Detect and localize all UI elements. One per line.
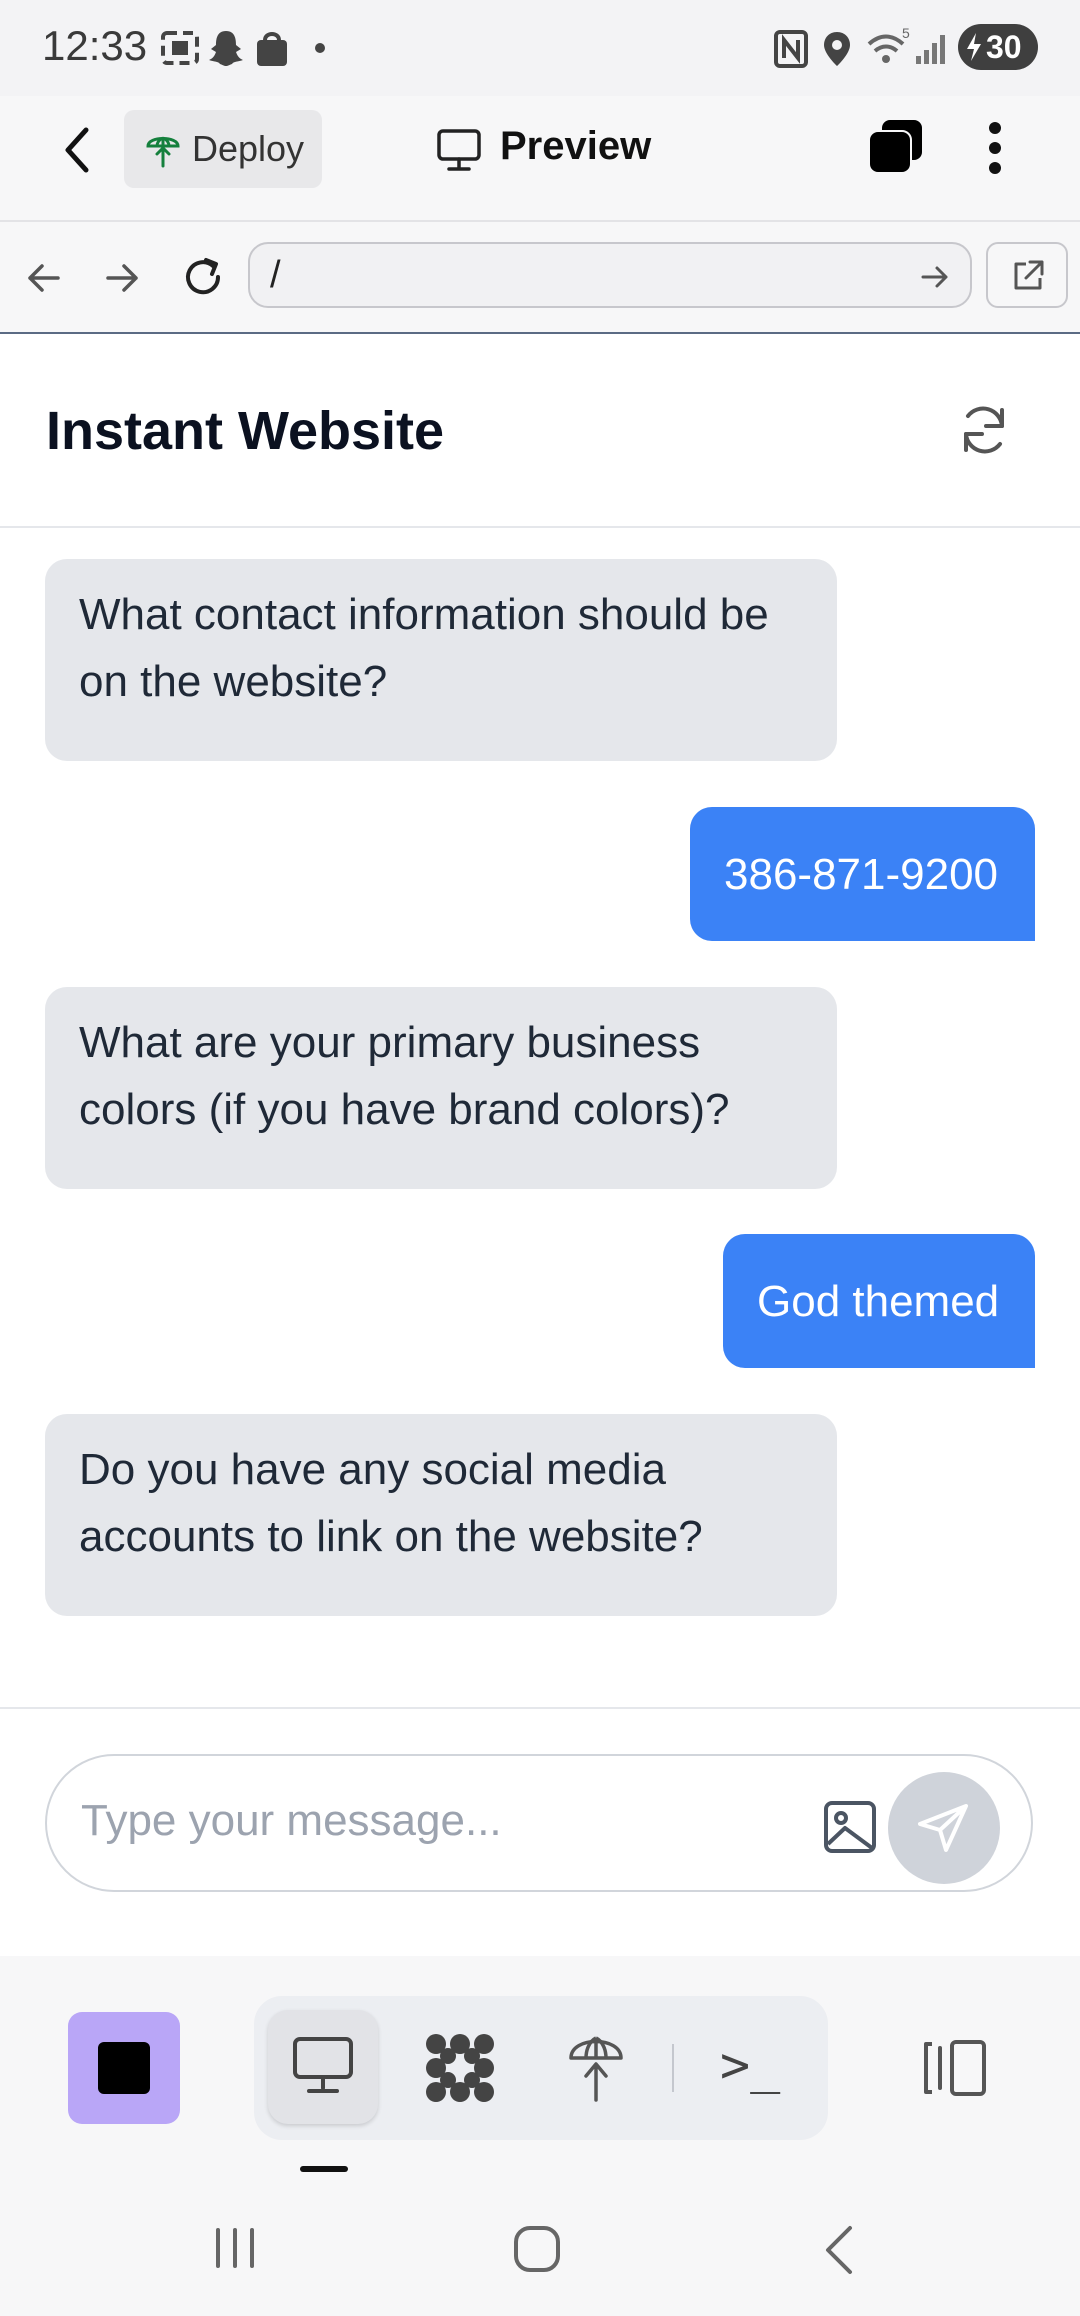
more-options-icon[interactable] <box>980 118 1010 178</box>
refresh-icon[interactable] <box>956 402 1012 458</box>
send-icon <box>918 1804 968 1852</box>
deploy-icon[interactable] <box>566 2030 626 2104</box>
desktop-icon <box>293 2037 353 2093</box>
deploy-button[interactable]: Deploy <box>124 110 322 188</box>
bottom-toolbar: >_ <box>0 1956 1080 2316</box>
home-icon[interactable] <box>512 2224 562 2274</box>
user-message: 386-871-9200 <box>690 807 1035 941</box>
page-title: Instant Website <box>46 401 445 461</box>
back-icon[interactable] <box>56 122 100 178</box>
open-external-button[interactable] <box>986 242 1068 308</box>
nav-back-icon[interactable] <box>24 258 64 298</box>
assistant-message: Do you have any social media accounts to… <box>45 1414 837 1616</box>
snapchat-icon <box>209 31 243 66</box>
image-upload-icon[interactable] <box>823 1800 877 1854</box>
stop-button[interactable] <box>68 2012 180 2124</box>
panel-toggle-icon[interactable] <box>922 2038 988 2098</box>
desktop-view-button[interactable] <box>268 2010 378 2124</box>
system-back-icon[interactable] <box>820 2224 860 2276</box>
deploy-label: Deploy <box>192 128 305 169</box>
preview-title: Preview <box>500 124 652 168</box>
screenshot-icon <box>161 31 199 65</box>
deploy-icon <box>146 136 180 168</box>
url-value: / <box>270 254 281 296</box>
assistant-message: What are your primary business colors (i… <box>45 987 837 1189</box>
app-header: Deploy Preview <box>0 96 1080 222</box>
monitor-icon <box>437 129 481 171</box>
url-bar: / <box>0 222 1080 334</box>
tabs-icon[interactable] <box>866 118 926 178</box>
status-time: 12:33 <box>42 22 148 69</box>
nav-forward-icon[interactable] <box>102 258 142 298</box>
url-input[interactable]: / <box>248 242 972 308</box>
send-button[interactable] <box>888 1772 1000 1884</box>
go-icon[interactable] <box>920 264 950 290</box>
recent-apps-icon[interactable] <box>212 2226 258 2270</box>
notification-dot-icon <box>315 43 325 53</box>
stop-icon <box>98 2042 150 2094</box>
message-input[interactable]: Type your message... <box>45 1754 1033 1892</box>
charging-icon <box>967 33 981 61</box>
divider <box>0 526 1080 528</box>
location-icon <box>824 32 850 66</box>
view-switcher: >_ <box>254 1996 828 2140</box>
signal-icon <box>916 35 945 64</box>
divider <box>0 1707 1080 1709</box>
svg-text:5: 5 <box>902 28 910 41</box>
divider <box>672 2044 674 2092</box>
external-link-icon <box>1014 260 1044 290</box>
battery-indicator: 30 <box>958 24 1038 70</box>
nfc-icon <box>774 30 808 68</box>
reload-icon[interactable] <box>180 254 226 300</box>
active-tab-indicator <box>300 2166 348 2172</box>
apps-icon[interactable] <box>424 2032 496 2104</box>
terminal-icon[interactable]: >_ <box>720 2036 780 2094</box>
wifi-icon: 5 <box>867 28 910 63</box>
status-bar: 12:33 5 30 <box>0 0 1080 96</box>
battery-level: 30 <box>986 29 1022 65</box>
message-placeholder: Type your message... <box>81 1796 502 1845</box>
user-message: God themed <box>723 1234 1035 1368</box>
shopping-bag-icon <box>257 32 287 66</box>
assistant-message: What contact information should be on th… <box>45 559 837 761</box>
